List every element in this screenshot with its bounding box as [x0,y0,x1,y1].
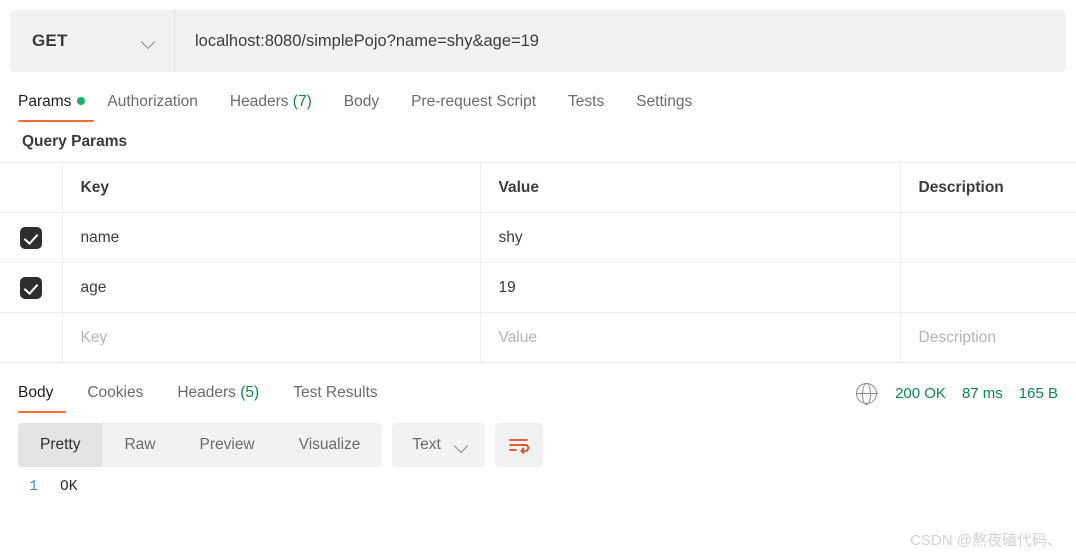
word-wrap-icon [508,439,529,454]
row-value-name[interactable]: shy [480,212,901,263]
table-row: name shy [0,212,1076,263]
header-checkbox-cell [0,162,63,213]
viewer-mode-visualize[interactable]: Visualize [277,423,383,467]
response-meta: 200 OK 87 ms 165 B [855,382,1058,413]
tab-tests-label: Tests [568,93,605,110]
tab-headers-count: (7) [292,93,312,110]
viewer-mode-pretty-label: Pretty [40,436,81,453]
chevron-down-icon [455,441,469,450]
row-checkbox-name[interactable] [19,226,42,249]
header-value: Value [480,162,901,213]
empty-row-checkbox-cell [0,312,63,363]
response-tab-headers[interactable]: Headers (5) [177,384,259,413]
table-header-row: Key Value Description [0,162,1076,213]
row-checkbox-age[interactable] [19,276,42,299]
row-value-age[interactable]: 19 [480,262,901,313]
response-format-select[interactable]: Text [392,423,485,467]
viewer-mode-visualize-label: Visualize [298,436,361,453]
tab-settings-label: Settings [636,93,693,110]
empty-row-key-input[interactable]: Key [62,312,481,363]
row-key-age[interactable]: age [62,262,481,313]
row-checkbox-cell [0,262,63,313]
tab-headers[interactable]: Headers (7) [230,93,330,122]
viewer-mode-group: Pretty Raw Preview Visualize [18,423,383,467]
globe-icon [855,382,878,405]
code-line: 1 OK [0,479,1076,495]
header-description: Description [900,162,1076,213]
tab-pre-request-script[interactable]: Pre-request Script [411,93,554,122]
row-key-age-text: age [80,278,107,296]
viewer-mode-preview[interactable]: Preview [178,423,277,467]
tab-headers-label: Headers [229,93,289,110]
chevron-down-icon [142,37,156,46]
tab-body-label: Body [343,93,380,110]
tab-pre-request-script-label: Pre-request Script [411,93,537,110]
response-tab-test-results[interactable]: Test Results [293,384,377,413]
watermark: CSDN @熬夜磕代码、 [910,532,1062,549]
tab-params[interactable]: Params [18,93,95,122]
empty-row-description-placeholder: Description [918,328,997,346]
tab-authorization[interactable]: Authorization [107,93,215,122]
empty-row-description-input[interactable]: Description [900,312,1076,363]
row-key-name[interactable]: name [62,212,481,263]
response-tabs: Body Cookies Headers (5) Test Results [18,384,412,413]
response-time: 87 ms [961,385,1003,402]
response-tab-cookies-label: Cookies [87,384,144,401]
request-tabs: Params Authorization Headers (7) Body Pr… [0,80,1076,122]
response-size: 165 B [1018,385,1058,402]
response-header: Body Cookies Headers (5) Test Results 20… [0,367,1076,413]
response-format-label: Text [412,436,441,453]
response-tab-test-results-label: Test Results [293,384,378,401]
viewer-mode-raw[interactable]: Raw [102,423,177,467]
table-row-empty: Key Value Description [0,312,1076,363]
query-params-title: Query Params [22,133,128,150]
unsaved-dot-icon [77,96,86,105]
response-tab-headers-count: (5) [240,384,260,401]
tab-tests[interactable]: Tests [568,93,622,122]
http-method-label: GET [32,31,68,50]
line-content: OK [60,479,78,495]
response-body-viewer[interactable]: 1 OK [0,467,1076,495]
tab-settings[interactable]: Settings [636,93,710,122]
response-viewer-toolbar: Pretty Raw Preview Visualize Text [0,413,1076,467]
empty-row-value-input[interactable]: Value [480,312,901,363]
word-wrap-button[interactable] [494,423,543,467]
row-checkbox-cell [0,212,63,263]
tab-authorization-label: Authorization [107,93,198,110]
empty-row-key-placeholder: Key [80,328,108,346]
http-method-select[interactable]: GET [10,10,175,72]
response-tab-body[interactable]: Body [18,384,67,413]
url-input[interactable]: localhost:8080/simplePojo?name=shy&age=1… [175,10,1066,72]
row-description-name[interactable] [900,212,1076,263]
row-value-name-text: shy [498,228,523,246]
row-value-age-text: 19 [498,278,516,296]
viewer-mode-pretty[interactable]: Pretty [18,423,103,467]
row-description-age[interactable] [900,262,1076,313]
viewer-mode-preview-label: Preview [199,436,255,453]
response-tab-cookies[interactable]: Cookies [87,384,143,413]
request-url-bar: GET localhost:8080/simplePojo?name=shy&a… [10,10,1066,72]
line-number: 1 [29,479,38,495]
empty-row-value-placeholder: Value [498,328,538,346]
query-params-table: Key Value Description name shy age 19 Ke… [0,162,1076,363]
header-key: Key [62,162,481,213]
row-key-name-text: name [80,228,120,246]
response-tab-headers-label: Headers [177,384,236,401]
status-badge: 200 OK [895,385,946,402]
tab-body[interactable]: Body [344,93,397,122]
response-tab-body-label: Body [18,384,54,401]
viewer-mode-raw-label: Raw [124,436,156,453]
table-row: age 19 [0,262,1076,313]
tab-params-label: Params [18,93,72,110]
